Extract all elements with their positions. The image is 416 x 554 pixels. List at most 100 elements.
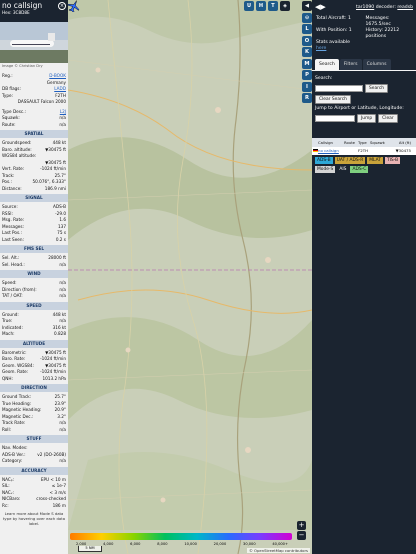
search-input[interactable] <box>315 85 363 92</box>
table-header: Callsign Route Type Squawk Alt (ft) <box>312 138 416 147</box>
tab-filters[interactable]: Filters <box>339 59 362 70</box>
sidebar: ◀▶ tar1090 decoder: readsb Total Aircraf… <box>312 0 416 554</box>
clear-button[interactable]: Clear <box>378 114 398 123</box>
source-uat: UAT / ADS-R <box>334 157 366 164</box>
info-row: Sel. Head.: n/a <box>0 262 68 269</box>
map-area[interactable]: U H T ◈ + − 2,000 4,000 6,000 8,000 10,0… <box>68 0 312 554</box>
wind-list: Speed: n/a Direction (from): n/a TAT / OAT: n… <box>0 280 68 300</box>
close-icon[interactable]: × <box>58 2 66 10</box>
strip-button-r[interactable]: R <box>302 93 312 103</box>
photo-sky <box>0 22 68 40</box>
aircraft-marker-icon[interactable] <box>68 0 80 12</box>
source-modes: Mode-S <box>315 166 336 173</box>
tab-columns[interactable]: Columns <box>362 59 391 70</box>
col-squawk[interactable]: Squawk <box>370 138 390 147</box>
info-row-label: Last Seen: <box>2 236 24 242</box>
app-root: no callsign Hex: 3C8D8E × Image © Christ… <box>0 0 416 554</box>
altitude-legend <box>70 533 292 540</box>
tab-search[interactable]: Search <box>315 59 339 70</box>
info-row-value: 0.828 <box>54 331 66 336</box>
with-position: 1 <box>348 28 352 33</box>
info-row-label: WGS84 altitude: <box>2 153 37 158</box>
sidebar-tabs: Search Filters Columns <box>312 59 416 70</box>
table-row[interactable]: no callsign F2TH ▼30475 <box>312 147 416 155</box>
info-row-label: Roll: <box>2 426 12 432</box>
strip-button-p[interactable]: P <box>302 70 312 80</box>
info-row-value: 0.2 s <box>55 236 66 242</box>
direction-list: Ground Track: 25.7° True Heading: 23.9° Magn… <box>0 394 68 433</box>
toggle-sidebar-icon[interactable]: ◀▶ <box>315 3 326 11</box>
info-row-value: n/a <box>59 261 66 267</box>
info-row: QNH: 1013.2 hPa <box>0 376 68 383</box>
col-callsign[interactable]: Callsign <box>318 138 344 147</box>
zoom-in-button[interactable]: + <box>297 521 306 530</box>
source-legend: ADS-B UAT / ADS-R MLAT TIS-B Mode-S AIS … <box>312 155 416 175</box>
section-fms: FMS SEL <box>0 245 68 253</box>
stats-grid: Total Aircraft: 1 Messages: 1675.5/sec W… <box>316 16 400 51</box>
jump-input[interactable] <box>315 115 355 122</box>
info-row: Category: n/a <box>0 458 68 465</box>
aircraft-table: Callsign Route Type Squawk Alt (ft) no c… <box>312 138 416 155</box>
callsign: no callsign <box>2 1 43 10</box>
decoder-link[interactable]: readsb <box>397 5 413 10</box>
clear-search-button[interactable]: Clear Search <box>315 95 351 104</box>
map-button-t[interactable]: T <box>268 1 278 11</box>
section-speed: SPEED <box>0 301 68 310</box>
map-button-u[interactable]: U <box>244 1 254 11</box>
spatial-list: Groundspeed: 448 kt Baro. altitude: ▼30475 … <box>0 140 68 192</box>
altitude-legend-labels: 2,000 4,000 6,000 8,000 10,000 20,000 30… <box>76 542 288 546</box>
stats-link[interactable]: here <box>316 46 326 51</box>
jump-button[interactable]: Jump <box>357 114 377 123</box>
version-link[interactable]: tar1090 <box>356 5 374 10</box>
map-button-h[interactable]: H <box>256 1 266 11</box>
photo-stripe <box>12 44 50 45</box>
total-aircraft: 1 <box>347 16 351 21</box>
col-alt[interactable]: Alt (ft) <box>390 138 412 147</box>
aircraft-photo[interactable] <box>0 22 68 63</box>
messages-rate: 1675.5/sec <box>365 21 391 27</box>
col-route[interactable]: Route <box>344 138 358 147</box>
strip-button-o[interactable]: O <box>302 35 312 46</box>
zoom-out-button[interactable]: − <box>297 531 306 540</box>
accuracy-list: NACₚ: EPU < 10 m SIL: ≤ 1e-7 NACᵥ: < 3 m/s NIC… <box>0 477 68 510</box>
col-type[interactable]: Type <box>358 138 370 147</box>
sidebar-top: ◀▶ tar1090 decoder: readsb <box>312 0 416 14</box>
info-header: no callsign Hex: 3C8D8E × <box>0 0 68 22</box>
info-row-label: Distance: <box>2 185 22 191</box>
aircraft-info-panel: no callsign Hex: 3C8D8E × Image © Christ… <box>0 0 68 554</box>
hex-line: Hex: 3C8D8E <box>2 10 66 16</box>
strip-button-l[interactable]: L <box>302 24 312 34</box>
info-row-value: n/a <box>59 293 66 298</box>
source-mlat: MLAT <box>367 157 383 164</box>
jump-label: Jump to Airport or Latitude, Longitude: <box>315 106 404 111</box>
source-ais: AIS <box>337 166 349 173</box>
strip-button-center[interactable]: ⊙ <box>302 12 312 23</box>
map-attribution[interactable]: © OpenStreetMap contributors <box>247 548 310 553</box>
version-info: tar1090 decoder: readsb <box>356 4 413 10</box>
source-adsc: ADS-C <box>350 166 369 173</box>
section-signal: SIGNAL <box>0 194 68 202</box>
map-top-buttons: U H T ◈ <box>244 1 290 11</box>
info-row: Distance: 186.9 nmi <box>0 186 68 193</box>
info-row: TAT / OAT: n/a <box>0 293 68 300</box>
layers-icon[interactable]: ◈ <box>280 1 290 11</box>
info-row-value: n/a <box>59 426 66 432</box>
search-button[interactable]: Search <box>365 84 389 93</box>
info-row: Roll: n/a <box>0 427 68 434</box>
info-row-label: Category: <box>2 458 23 463</box>
info-row-value: 186.9 nmi <box>44 185 66 191</box>
info-row: Mach: 0.828 <box>0 331 68 338</box>
strip-button-i[interactable]: I <box>302 81 312 92</box>
photo-tail <box>48 33 55 41</box>
section-direction: DIRECTION <box>0 384 68 392</box>
strip-button-m[interactable]: M <box>302 58 312 69</box>
route-row: Route: n/a <box>2 121 66 127</box>
speed-list: Ground: 448 kt True: n/a Indicated: 316 kt Mac… <box>0 312 68 338</box>
strip-button-k[interactable]: K <box>302 47 312 57</box>
source-tisb: TIS-B <box>384 157 401 164</box>
stuff-list: Nav. Modes: ADS-B Ver.: v2 (DO-260B) Catego… <box>0 445 68 465</box>
strip-button-back[interactable]: ◀ <box>302 1 312 11</box>
photo-ground <box>0 50 68 63</box>
zoom-controls: + − <box>297 521 306 540</box>
info-row-value: n/a <box>59 458 66 463</box>
